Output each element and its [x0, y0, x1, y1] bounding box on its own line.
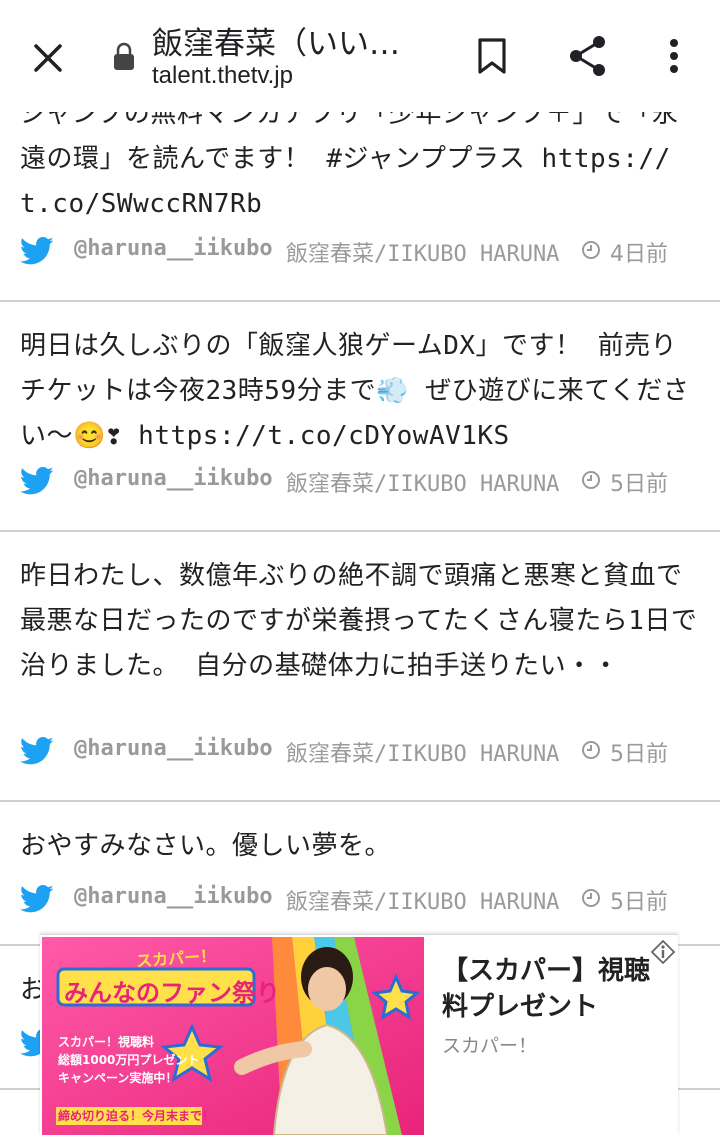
ad-banner[interactable]: スカパー！ みんなのファン祭り スカパー！視聴料 総額1000万円プレゼント キ… [40, 934, 678, 1135]
lock-icon [114, 42, 134, 70]
page-title: 飯窪春菜（いい… [152, 26, 400, 62]
tweet-time: 4日前 [610, 242, 668, 267]
tweet-time: 5日前 [610, 890, 668, 915]
tweet-item[interactable]: ジャンプの無料マンガアプリ「少年ジャンプ＋」で「永遠の環」を読んでます！ #ジャ… [0, 80, 720, 302]
ad-image[interactable]: スカパー！ みんなのファン祭り スカパー！視聴料 総額1000万円プレゼント キ… [42, 937, 424, 1135]
more-vert-icon [670, 39, 678, 73]
twitter-bird-icon [20, 466, 54, 495]
clock-icon [582, 889, 600, 907]
clock-icon [582, 471, 600, 489]
clock-icon [582, 241, 600, 259]
tweet-handle[interactable]: @haruna__iikubo [74, 884, 273, 909]
tweet-meta: @haruna__iikubo 飯窪春菜/IIKUBO HARUNA 4日前 [0, 224, 720, 284]
ad-banner-heading: みんなのファン祭り [64, 979, 280, 1007]
clock-icon [582, 741, 600, 759]
share-button[interactable] [566, 32, 610, 80]
tweet-text: おやすみなさい。優しい夢を。 [20, 831, 392, 861]
more-menu-button[interactable] [656, 32, 692, 80]
bookmark-button[interactable] [470, 34, 514, 78]
ad-banner-line-3: キャンペーン実施中！ [58, 1071, 178, 1085]
ad-title[interactable]: 【スカパー】視聴料プレゼント [442, 953, 662, 1025]
page-url[interactable]: talent.thetv.jp [152, 62, 293, 90]
tweet-author-name: 飯窪春菜/IIKUBO HARUNA [286, 472, 560, 497]
tweet-author-name: 飯窪春菜/IIKUBO HARUNA [286, 242, 560, 267]
twitter-bird-icon [20, 884, 54, 913]
ad-banner-line-1: スカパー！視聴料 [58, 1035, 155, 1049]
tweet-author-name: 飯窪春菜/IIKUBO HARUNA [286, 742, 560, 767]
tweet-author-name: 飯窪春菜/IIKUBO HARUNA [286, 890, 560, 915]
close-icon [34, 44, 62, 72]
tweet-meta: @haruna__iikubo 飯窪春菜/IIKUBO HARUNA 5日前 [0, 724, 720, 784]
tweet-meta: @haruna__iikubo 飯窪春菜/IIKUBO HARUNA 5日前 [0, 872, 720, 932]
tweet-time: 5日前 [610, 472, 668, 497]
twitter-bird-icon [20, 236, 54, 265]
ad-banner-line-2: 総額1000万円プレゼント [58, 1053, 200, 1067]
tweet-handle[interactable]: @haruna__iikubo [74, 236, 273, 261]
ad-banner-line-4: 締め切り迫る！今月末まで！ [58, 1109, 215, 1123]
tweet-text: 明日は久しぶりの「飯窪人狼ゲームDX」です！ 前売りチケットは今夜23時59分ま… [20, 331, 690, 451]
tweet-handle[interactable]: @haruna__iikubo [74, 466, 273, 491]
bookmark-icon [478, 38, 506, 74]
share-icon [570, 36, 605, 76]
tweet-item[interactable]: おやすみなさい。優しい夢を。 @haruna__iikubo 飯窪春菜/IIKU… [0, 802, 720, 946]
twitter-bird-icon [20, 736, 54, 765]
ad-source: スカパー！ [442, 1035, 538, 1057]
close-button[interactable] [20, 30, 76, 86]
tweet-item[interactable]: 明日は久しぶりの「飯窪人狼ゲームDX」です！ 前売りチケットは今夜23時59分ま… [0, 302, 720, 532]
tweet-text: ジャンプの無料マンガアプリ「少年ジャンプ＋」で「永遠の環」を読んでます！ #ジャ… [20, 99, 679, 219]
browser-toolbar: 飯窪春菜（いい… talent.thetv.jp [0, 0, 720, 112]
tweet-meta: @haruna__iikubo 飯窪春菜/IIKUBO HARUNA 5日前 [0, 454, 720, 514]
tweet-handle[interactable]: @haruna__iikubo [74, 736, 273, 761]
tweet-text: 昨日わたし、数億年ぶりの絶不調で頭痛と悪寒と貧血で最悪な日だったのですが栄養摂っ… [20, 561, 698, 681]
ad-info-icon[interactable] [650, 939, 676, 965]
tweet-time: 5日前 [610, 742, 668, 767]
tweet-item[interactable]: 昨日わたし、数億年ぶりの絶不調で頭痛と悪寒と貧血で最悪な日だったのですが栄養摂っ… [0, 532, 720, 802]
